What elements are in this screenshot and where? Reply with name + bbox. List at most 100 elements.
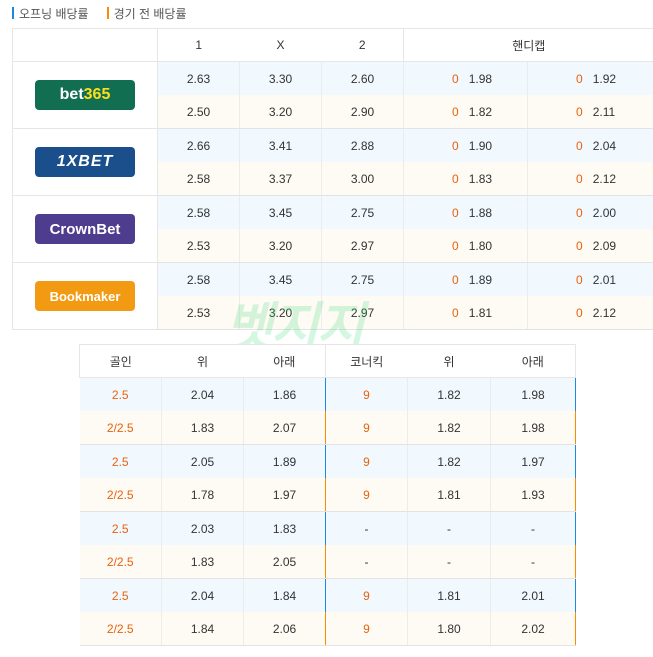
handicap-away[interactable]: 0 2.11 [527, 95, 653, 129]
handicap-away[interactable]: 0 2.00 [527, 195, 653, 229]
odds-away[interactable]: 2.97 [321, 229, 404, 263]
goal-line[interactable]: 2.5 [79, 377, 162, 411]
handicap-home[interactable]: 0 1.89 [403, 262, 528, 296]
goal-under[interactable]: 1.86 [243, 377, 326, 411]
bookmaker-crownbet[interactable]: CrownBet [12, 195, 158, 263]
corner-line[interactable]: 9 [325, 444, 408, 478]
odds-draw[interactable]: 3.20 [239, 95, 322, 129]
odds-home[interactable]: 2.53 [157, 296, 240, 330]
odds-away[interactable]: 3.00 [321, 162, 404, 196]
handicap-away[interactable]: 0 2.12 [527, 162, 653, 196]
handicap-odds: 2.12 [592, 171, 617, 186]
corner-over[interactable]: 1.80 [407, 612, 491, 646]
header-under: 아래 [243, 344, 326, 378]
corner-over[interactable]: 1.81 [407, 578, 491, 612]
goal-over[interactable]: 2.04 [161, 578, 244, 612]
odds-draw[interactable]: 3.45 [239, 195, 322, 229]
handicap-home[interactable]: 0 1.80 [403, 229, 528, 263]
corner-line[interactable]: 9 [325, 411, 408, 445]
corner-over[interactable]: 1.82 [407, 444, 491, 478]
corner-over[interactable]: - [407, 545, 491, 579]
goal-over[interactable]: 2.03 [161, 511, 244, 545]
handicap-home[interactable]: 0 1.90 [403, 128, 528, 162]
corner-line[interactable]: - [325, 545, 408, 579]
handicap-home[interactable]: 0 1.83 [403, 162, 528, 196]
goal-under[interactable]: 1.97 [243, 478, 326, 512]
handicap-away[interactable]: 0 1.92 [527, 61, 653, 95]
odds-away[interactable]: 2.60 [321, 61, 404, 95]
odds-home[interactable]: 2.66 [157, 128, 240, 162]
handicap-home[interactable]: 0 1.88 [403, 195, 528, 229]
corner-over[interactable]: 1.82 [407, 377, 491, 411]
corner-under[interactable]: 1.98 [490, 411, 576, 445]
handicap-home[interactable]: 0 1.82 [403, 95, 528, 129]
odds-away[interactable]: 2.97 [321, 296, 404, 330]
odds-home[interactable]: 2.58 [157, 262, 240, 296]
handicap-home[interactable]: 0 1.98 [403, 61, 528, 95]
legend-pre-match-label: 경기 전 배당률 [113, 6, 187, 21]
odds-draw[interactable]: 3.20 [239, 229, 322, 263]
goal-line[interactable]: 2.5 [79, 444, 162, 478]
corner-over[interactable]: 1.81 [407, 478, 491, 512]
corner-line[interactable]: 9 [325, 578, 408, 612]
goal-over[interactable]: 1.83 [161, 545, 244, 579]
odds-away[interactable]: 2.90 [321, 95, 404, 129]
corner-line[interactable]: 9 [325, 612, 408, 646]
corner-over[interactable]: - [407, 511, 491, 545]
corner-under[interactable]: 2.01 [490, 578, 576, 612]
odds-home[interactable]: 2.58 [157, 162, 240, 196]
goal-line[interactable]: 2.5 [79, 578, 162, 612]
goal-under[interactable]: 2.06 [243, 612, 326, 646]
bet365-logo: bet 365 [35, 80, 135, 110]
corner-line[interactable]: 9 [325, 377, 408, 411]
goal-over[interactable]: 2.04 [161, 377, 244, 411]
corner-under[interactable]: 1.98 [490, 377, 576, 411]
handicap-line: 0 [452, 205, 459, 220]
handicap-odds: 1.82 [468, 104, 493, 119]
goal-under[interactable]: 1.84 [243, 578, 326, 612]
bookmaker-bookmaker[interactable]: Bookmaker [12, 262, 158, 330]
bookmaker-bet365[interactable]: bet 365 [12, 61, 158, 129]
odds-away[interactable]: 2.75 [321, 262, 404, 296]
goal-over[interactable]: 1.84 [161, 612, 244, 646]
goal-over[interactable]: 2.05 [161, 444, 244, 478]
goal-over[interactable]: 1.83 [161, 411, 244, 445]
odds-draw[interactable]: 3.20 [239, 296, 322, 330]
goal-under[interactable]: 1.89 [243, 444, 326, 478]
odds-draw[interactable]: 3.30 [239, 61, 322, 95]
handicap-away[interactable]: 0 2.12 [527, 296, 653, 330]
odds-draw[interactable]: 3.37 [239, 162, 322, 196]
corner-under[interactable]: 1.93 [490, 478, 576, 512]
goal-under[interactable]: 2.07 [243, 411, 326, 445]
corner-under[interactable]: 1.97 [490, 444, 576, 478]
goal-line[interactable]: 2/2.5 [79, 612, 162, 646]
odds-draw[interactable]: 3.45 [239, 262, 322, 296]
goal-under[interactable]: 1.83 [243, 511, 326, 545]
handicap-home[interactable]: 0 1.81 [403, 296, 528, 330]
odds-home[interactable]: 2.50 [157, 95, 240, 129]
header-corner-under: 아래 [490, 344, 576, 378]
odds-home[interactable]: 2.58 [157, 195, 240, 229]
corner-line[interactable]: - [325, 511, 408, 545]
odds-away[interactable]: 2.88 [321, 128, 404, 162]
handicap-away[interactable]: 0 2.09 [527, 229, 653, 263]
goals-header-row: 골인 위 아래 코너킥 위 아래 [79, 344, 576, 378]
odds-away[interactable]: 2.75 [321, 195, 404, 229]
goal-line[interactable]: 2/2.5 [79, 478, 162, 512]
corner-over[interactable]: 1.82 [407, 411, 491, 445]
goal-line[interactable]: 2/2.5 [79, 411, 162, 445]
goal-line[interactable]: 2.5 [79, 511, 162, 545]
corner-under[interactable]: 2.02 [490, 612, 576, 646]
odds-home[interactable]: 2.63 [157, 61, 240, 95]
bookmaker-1xbet[interactable]: 1XBET [12, 128, 158, 196]
handicap-away[interactable]: 0 2.04 [527, 128, 653, 162]
goal-over[interactable]: 1.78 [161, 478, 244, 512]
odds-home[interactable]: 2.53 [157, 229, 240, 263]
corner-line[interactable]: 9 [325, 478, 408, 512]
corner-under[interactable]: - [490, 545, 576, 579]
goal-line[interactable]: 2/2.5 [79, 545, 162, 579]
goal-under[interactable]: 2.05 [243, 545, 326, 579]
corner-under[interactable]: - [490, 511, 576, 545]
odds-draw[interactable]: 3.41 [239, 128, 322, 162]
handicap-away[interactable]: 0 2.01 [527, 262, 653, 296]
